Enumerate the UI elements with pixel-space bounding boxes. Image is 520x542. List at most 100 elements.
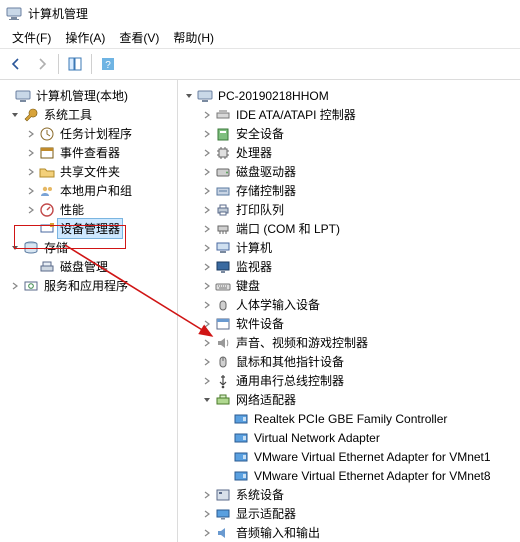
toolbar-back-button[interactable] xyxy=(4,52,28,76)
expand-icon[interactable] xyxy=(200,165,214,179)
node-disk-drives[interactable]: 磁盘驱动器 xyxy=(182,162,520,181)
node-ide-atapi[interactable]: IDE ATA/ATAPI 控制器 xyxy=(182,105,520,124)
node-sound-video-game[interactable]: 声音、视频和游戏控制器 xyxy=(182,333,520,352)
node-software-devices[interactable]: 软件设备 xyxy=(182,314,520,333)
node-keyboards[interactable]: 键盘 xyxy=(182,276,520,295)
node-network-adapter-2[interactable]: VMware Virtual Ethernet Adapter for VMne… xyxy=(182,447,520,466)
expand-icon[interactable] xyxy=(200,336,214,350)
expand-icon[interactable] xyxy=(200,317,214,331)
node-label: 键盘 xyxy=(234,276,262,295)
node-label: PC-20190218HHOM xyxy=(216,88,331,104)
node-label: 安全设备 xyxy=(234,124,286,143)
menu-file[interactable]: 文件(F) xyxy=(6,27,57,48)
toolbar-help-button[interactable]: ? xyxy=(96,52,120,76)
device-tree[interactable]: PC-20190218HHOM IDE ATA/ATAPI 控制器安全设备处理器… xyxy=(182,86,520,542)
processors-icon xyxy=(215,145,231,161)
services-icon xyxy=(23,278,39,294)
expand-icon[interactable] xyxy=(200,108,214,122)
title-text: 计算机管理 xyxy=(28,5,88,22)
node-storage-controllers[interactable]: 存储控制器 xyxy=(182,181,520,200)
node-monitors[interactable]: 监视器 xyxy=(182,257,520,276)
expand-icon[interactable] xyxy=(200,298,214,312)
network-adapters-icon xyxy=(215,392,231,408)
disk-mgmt-icon xyxy=(39,259,55,275)
node-label: VMware Virtual Ethernet Adapter for VMne… xyxy=(252,449,493,465)
node-disk-mgmt[interactable]: 磁盘管理 xyxy=(0,257,177,276)
toolbar-show-hide-button[interactable] xyxy=(63,52,87,76)
storage-controllers-icon xyxy=(215,183,231,199)
expand-icon[interactable] xyxy=(200,507,214,521)
collapse-icon[interactable] xyxy=(0,89,14,103)
expand-icon[interactable] xyxy=(200,241,214,255)
expand-icon[interactable] xyxy=(24,203,38,217)
expand-icon[interactable] xyxy=(200,260,214,274)
collapse-icon[interactable] xyxy=(8,108,22,122)
node-device-manager[interactable]: 设备管理器 xyxy=(0,219,177,238)
node-display-adapters[interactable]: 显示适配器 xyxy=(182,504,520,523)
node-label: 任务计划程序 xyxy=(58,124,134,143)
software-devices-icon xyxy=(215,316,231,332)
menu-help[interactable]: 帮助(H) xyxy=(167,27,220,48)
expand-icon[interactable] xyxy=(8,279,22,293)
node-audio-io[interactable]: 音频输入和输出 xyxy=(182,523,520,542)
node-label: 事件查看器 xyxy=(58,143,122,162)
node-mice-pointing[interactable]: 鼠标和其他指针设备 xyxy=(182,352,520,371)
node-usb-controllers[interactable]: 通用串行总线控制器 xyxy=(182,371,520,390)
node-network-adapter-0[interactable]: Realtek PCIe GBE Family Controller xyxy=(182,409,520,428)
expand-icon[interactable] xyxy=(200,146,214,160)
node-services-apps[interactable]: 服务和应用程序 xyxy=(0,276,177,295)
node-computer[interactable]: PC-20190218HHOM xyxy=(182,86,520,105)
sound-video-game-icon xyxy=(215,335,231,351)
node-label: 音频输入和输出 xyxy=(234,523,322,542)
expand-icon[interactable] xyxy=(200,374,214,388)
node-label: IDE ATA/ATAPI 控制器 xyxy=(234,105,358,124)
node-local-users[interactable]: 本地用户和组 xyxy=(0,181,177,200)
node-ports[interactable]: 端口 (COM 和 LPT) xyxy=(182,219,520,238)
security-devices-icon xyxy=(215,126,231,142)
node-network-adapter-3[interactable]: VMware Virtual Ethernet Adapter for VMne… xyxy=(182,466,520,485)
node-performance[interactable]: 性能 xyxy=(0,200,177,219)
node-event-viewer[interactable]: 事件查看器 xyxy=(0,143,177,162)
expand-icon[interactable] xyxy=(200,488,214,502)
expand-icon[interactable] xyxy=(24,127,38,141)
node-storage[interactable]: 存储 xyxy=(0,238,177,257)
expand-icon[interactable] xyxy=(200,355,214,369)
performance-icon xyxy=(39,202,55,218)
node-print-queues[interactable]: 打印队列 xyxy=(182,200,520,219)
toolbar-forward-button[interactable] xyxy=(30,52,54,76)
collapse-icon[interactable] xyxy=(8,241,22,255)
expand-icon[interactable] xyxy=(200,127,214,141)
node-label: 系统工具 xyxy=(42,105,94,124)
network-adapter-0-icon xyxy=(233,411,249,427)
node-processors[interactable]: 处理器 xyxy=(182,143,520,162)
collapse-icon[interactable] xyxy=(200,393,214,407)
node-security-devices[interactable]: 安全设备 xyxy=(182,124,520,143)
expand-icon[interactable] xyxy=(200,279,214,293)
node-hid-devices[interactable]: 人体学输入设备 xyxy=(182,295,520,314)
expand-icon[interactable] xyxy=(24,165,38,179)
left-tree[interactable]: 计算机管理(本地) 系统工具 xyxy=(0,86,177,295)
expand-icon[interactable] xyxy=(200,203,214,217)
expand-icon[interactable] xyxy=(24,146,38,160)
clock-icon xyxy=(39,126,55,142)
node-computers-category[interactable]: 计算机 xyxy=(182,238,520,257)
node-network-adapters[interactable]: 网络适配器 xyxy=(182,390,520,409)
toolbar-separator xyxy=(91,54,92,74)
expand-icon[interactable] xyxy=(24,184,38,198)
expand-icon[interactable] xyxy=(200,222,214,236)
toolbar: ? xyxy=(0,48,520,80)
node-system-devices[interactable]: 系统设备 xyxy=(182,485,520,504)
node-network-adapter-1[interactable]: Virtual Network Adapter xyxy=(182,428,520,447)
expand-icon[interactable] xyxy=(200,526,214,540)
node-task-scheduler[interactable]: 任务计划程序 xyxy=(0,124,177,143)
menu-action[interactable]: 操作(A) xyxy=(59,27,111,48)
node-root[interactable]: 计算机管理(本地) xyxy=(0,86,177,105)
node-label: 本地用户和组 xyxy=(58,181,134,200)
window: 计算机管理 文件(F) 操作(A) 查看(V) 帮助(H) ? xyxy=(0,0,520,542)
collapse-icon[interactable] xyxy=(182,89,196,103)
usb-controllers-icon xyxy=(215,373,231,389)
node-system-tools[interactable]: 系统工具 xyxy=(0,105,177,124)
expand-icon[interactable] xyxy=(200,184,214,198)
node-shared-folders[interactable]: 共享文件夹 xyxy=(0,162,177,181)
menu-view[interactable]: 查看(V) xyxy=(113,27,165,48)
